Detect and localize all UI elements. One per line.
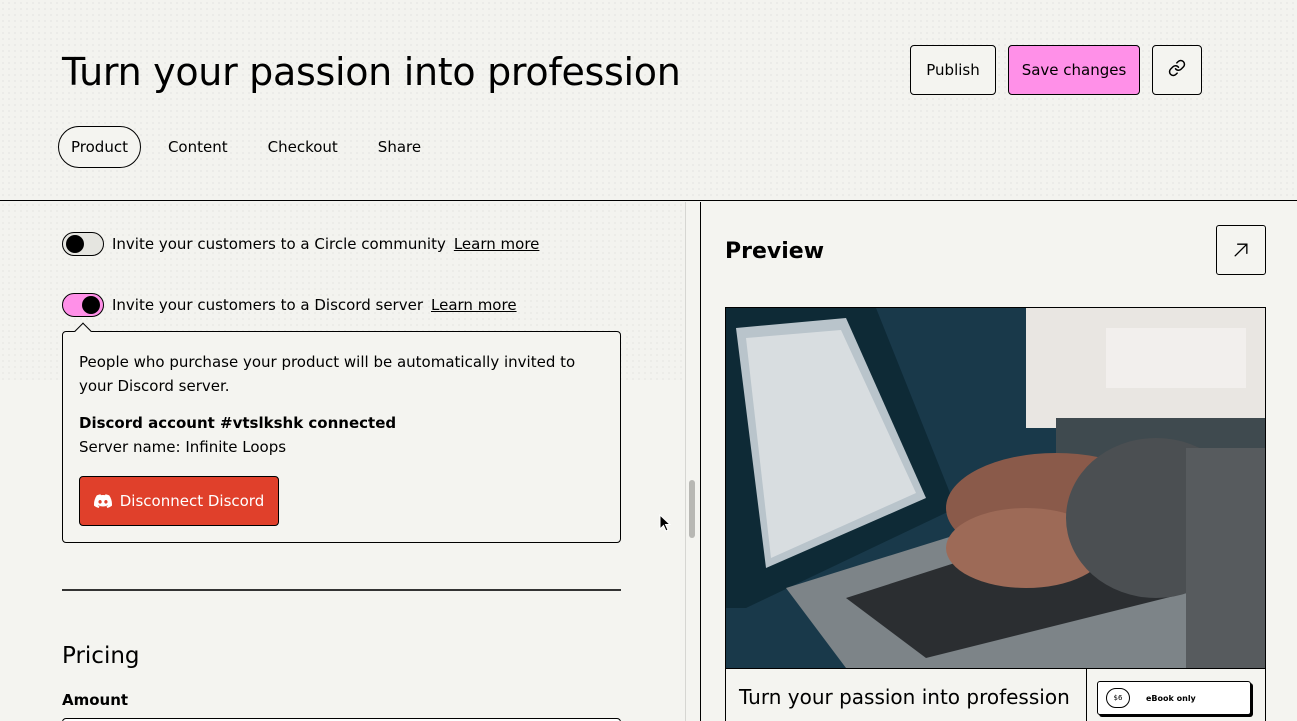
save-changes-button[interactable]: Save changes <box>1008 45 1140 95</box>
discord-details-box: People who purchase your product will be… <box>62 322 621 543</box>
discord-integration-row: Invite your customers to a Discord serve… <box>62 293 517 317</box>
price-tag: $6 <box>1106 688 1130 708</box>
cover-image <box>726 308 1265 668</box>
discord-server-name: Server name: Infinite Loops <box>79 438 287 456</box>
discord-icon <box>93 494 112 508</box>
preview-card-title: Turn your passion into profession <box>739 685 1070 709</box>
page-title: Turn your passion into profession <box>62 50 681 94</box>
circle-integration-row: Invite your customers to a Circle commun… <box>62 232 539 256</box>
circle-toggle-label: Invite your customers to a Circle commun… <box>112 235 446 253</box>
tab-product[interactable]: Product <box>58 126 141 168</box>
price-badge: $6 eBook only <box>1097 681 1251 715</box>
scrollbar-thumb[interactable] <box>689 480 695 538</box>
disconnect-discord-button[interactable]: Disconnect Discord <box>79 476 279 526</box>
open-preview-button[interactable] <box>1216 225 1266 275</box>
circle-learn-more-link[interactable]: Learn more <box>454 235 540 253</box>
preview-title: Preview <box>725 239 825 264</box>
amount-label: Amount <box>62 691 129 709</box>
discord-toggle[interactable] <box>62 293 104 317</box>
product-settings-panel: Invite your customers to a Circle commun… <box>0 202 685 721</box>
tab-share[interactable]: Share <box>365 126 434 168</box>
copy-link-button[interactable] <box>1152 45 1202 95</box>
product-preview-card: Turn your passion into profession $6 eBo… <box>725 307 1266 721</box>
discord-learn-more-link[interactable]: Learn more <box>431 296 517 314</box>
discord-account-status: Discord account #vtslkshk connected <box>79 414 397 432</box>
discord-description: People who purchase your product will be… <box>79 353 576 395</box>
preview-panel: Preview Turn your passion into professio… <box>701 202 1297 721</box>
pricing-heading: Pricing <box>62 643 140 669</box>
format-label: eBook only <box>1146 693 1196 703</box>
section-divider <box>62 589 621 591</box>
mouse-cursor-icon <box>659 514 671 532</box>
tab-content[interactable]: Content <box>155 126 241 168</box>
page-header: Turn your passion into profession Publis… <box>0 0 1297 201</box>
discord-toggle-label: Invite your customers to a Discord serve… <box>112 296 423 314</box>
circle-toggle[interactable] <box>62 232 104 256</box>
disconnect-discord-label: Disconnect Discord <box>119 492 265 510</box>
tab-bar: Product Content Checkout Share <box>58 126 448 168</box>
tab-checkout[interactable]: Checkout <box>255 126 351 168</box>
link-icon <box>1168 59 1186 81</box>
publish-button[interactable]: Publish <box>910 45 996 95</box>
arrow-up-right-icon <box>1234 243 1248 257</box>
